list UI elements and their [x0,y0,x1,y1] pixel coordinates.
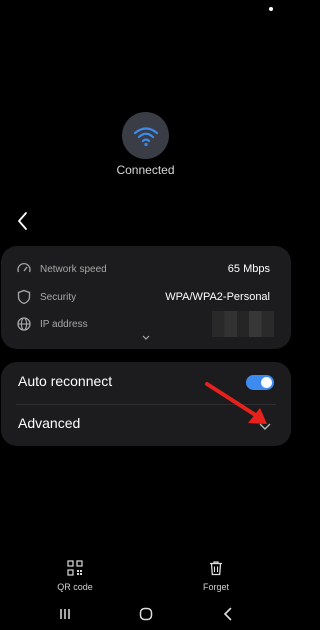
advanced-label: Advanced [18,415,81,431]
wifi-icon [133,126,158,146]
nav-back-icon[interactable] [220,606,236,622]
qr-code-icon [67,560,83,576]
qr-code-button[interactable]: QR code [45,560,105,592]
ip-address-label: IP address [40,318,88,330]
shield-icon [17,289,31,305]
network-speed-row: Network speed 65 Mbps [1,259,291,279]
security-label: Security [40,291,77,303]
connection-status: Connected [116,163,175,177]
auto-reconnect-label: Auto reconnect [18,373,113,389]
forget-label: Forget [202,582,229,592]
ip-address-row: IP address [1,311,291,337]
trash-icon [210,561,222,576]
ip-address-redacted [212,311,274,337]
notification-dot [269,7,273,11]
annotation-arrow [205,382,267,424]
network-speed-value: 65 Mbps [227,263,270,275]
network-speed-label: Network speed [40,263,107,275]
globe-icon [17,317,31,331]
speedometer-icon [17,262,31,273]
back-arrow-icon[interactable] [13,209,33,233]
security-row: Security WPA/WPA2-Personal [1,287,291,307]
network-info-card: Network speed 65 Mbps Security WPA/WPA2-… [1,246,291,349]
navigation-bar [0,600,291,630]
qr-code-label: QR code [57,582,93,592]
wifi-status-badge [122,112,169,159]
expand-chevron-icon[interactable] [141,334,151,341]
forget-button[interactable]: Forget [186,560,246,592]
recent-apps-icon[interactable] [57,606,73,622]
home-icon[interactable] [138,606,154,622]
security-value: WPA/WPA2-Personal [165,291,270,303]
